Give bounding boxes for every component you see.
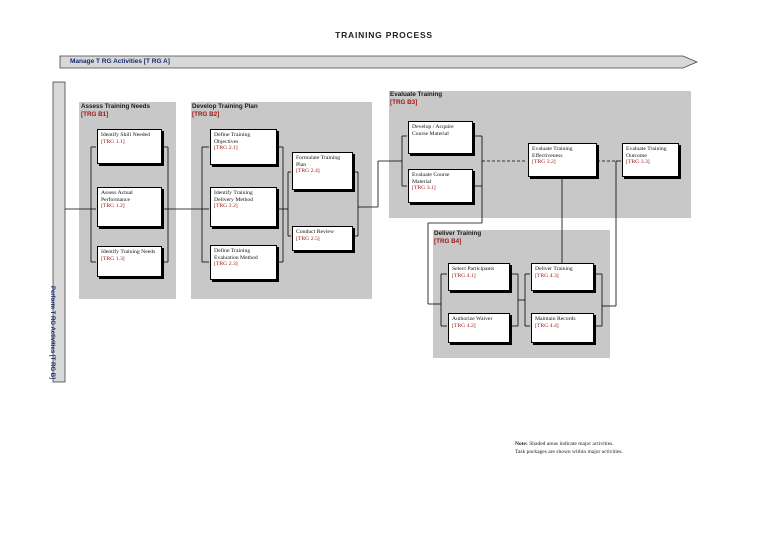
task-label: Evaluate Training Outcome — [626, 146, 667, 159]
activity-title-assess: Assess Training Needs — [81, 103, 150, 110]
task-label: Assess Actual Performance — [101, 190, 133, 203]
diagram-page: TRAINING PROCESS Manage T RG Activities … — [0, 0, 768, 543]
task-label: Define Training Objectives — [214, 132, 251, 145]
legend-note: Note: Shaded areas indicate major activi… — [515, 440, 623, 456]
task-code: [TRG 2.3] — [214, 261, 238, 268]
task-label: Conduct Review — [296, 229, 335, 235]
task-code: [TRG 1.1] — [101, 138, 125, 145]
task-box-trg-4-2: Authorize Waiver [TRG 4.2] — [448, 313, 510, 343]
task-label: Define Training Evaluation Method — [214, 248, 258, 261]
task-code: [TRG 2.2] — [214, 203, 238, 210]
task-box-trg-3-1: Evaluate Course Material [TRG 3.1] — [408, 169, 473, 203]
task-code: [TRG 2.5] — [296, 235, 320, 242]
task-box-trg-2-3: Define Training Evaluation Method [TRG 2… — [210, 245, 277, 280]
task-box-trg-4-3: Deliver Training [TRG 4.3] — [531, 263, 594, 291]
task-label: Develop / Acquire Course Material — [412, 124, 454, 137]
task-label: Identify Skill Needed — [101, 132, 150, 138]
task-label: Maintain Records — [535, 316, 576, 322]
task-box-trg-2-2: Identify Training Delivery Method [TRG 2… — [210, 187, 277, 227]
task-code: [TRG 4.1] — [452, 272, 476, 279]
task-box-trg-2-5: Conduct Review [TRG 2.5] — [292, 226, 353, 251]
task-box-trg-2-1: Define Training Objectives [TRG 2.1] — [210, 129, 277, 165]
task-box-trg-1-3: Identify Training Needs [TRG 1.3] — [97, 246, 162, 277]
perform-bar-label: Perform T RG Activities [T RG B] — [49, 286, 55, 380]
activity-code-develop: [TRG B2] — [192, 111, 220, 118]
task-code: [TRG 3.3] — [626, 159, 650, 166]
activity-code-deliver: [TRG B4] — [434, 238, 462, 245]
task-code: [TRG 1.3] — [101, 255, 125, 262]
activity-title-develop: Develop Training Plan — [192, 103, 258, 110]
activity-code-assess: [TRG B1] — [81, 111, 109, 118]
note-line-2: Task packages are shown within major act… — [515, 449, 623, 455]
task-code: [TRG 4.4] — [535, 322, 559, 329]
task-label: Evaluate Training Effectiveness — [532, 146, 573, 159]
task-label: Identify Training Delivery Method — [214, 190, 254, 203]
task-box-trg-4-4: Maintain Records [TRG 4.4] — [531, 313, 594, 343]
activity-title-evaluate: Evaluate Training — [390, 91, 443, 98]
task-box-trg-2-4: Formulate Training Plan [TRG 2.4] — [292, 152, 353, 190]
activity-title-deliver: Deliver Training — [434, 230, 482, 237]
task-label: Identify Training Needs — [101, 249, 156, 255]
task-code: [TRG 2.4] — [296, 168, 320, 175]
note-bold: Note: — [515, 441, 528, 447]
task-code: [TRG 4.2] — [452, 322, 476, 329]
task-box-develop-acquire: Develop / Acquire Course Material — [408, 121, 473, 154]
task-label: Evaluate Course Material — [412, 172, 450, 185]
task-code: [TRG 4.3] — [535, 272, 559, 279]
task-label: Authorize Waiver — [452, 316, 493, 322]
task-box-trg-1-1: Identify Skill Needed [TRG 1.1] — [97, 129, 162, 164]
task-box-trg-3-2: Evaluate Training Effectiveness [TRG 3.2… — [528, 143, 597, 177]
task-label: Select Participants — [452, 266, 495, 272]
task-code: [TRG 2.1] — [214, 145, 238, 152]
task-code: [TRG 1.2] — [101, 203, 125, 210]
manage-bar-label: Manage T RG Activities [T RG A] — [70, 58, 170, 65]
activity-code-evaluate: [TRG B3] — [390, 99, 418, 106]
task-label: Formulate Training Plan — [296, 155, 341, 168]
task-box-trg-3-3: Evaluate Training Outcome [TRG 3.3] — [622, 143, 679, 177]
note-line-1: Shaded areas indicate major activities. — [529, 441, 614, 447]
task-code: [TRG 3.1] — [412, 185, 436, 192]
task-label: Deliver Training — [535, 266, 573, 272]
task-code: [TRG 3.2] — [532, 159, 556, 166]
task-box-trg-1-2: Assess Actual Performance [TRG 1.2] — [97, 187, 162, 227]
task-box-trg-4-1: Select Participants [TRG 4.1] — [448, 263, 510, 291]
